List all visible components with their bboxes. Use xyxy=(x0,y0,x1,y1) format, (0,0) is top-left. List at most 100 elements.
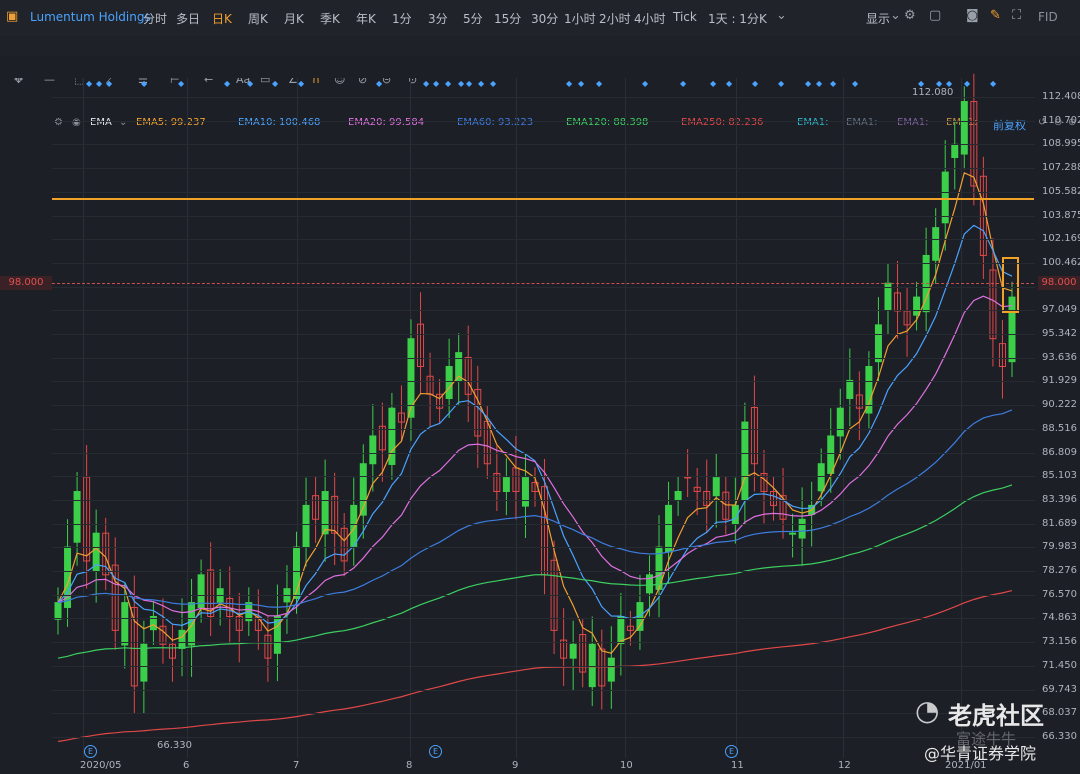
candle[interactable] xyxy=(121,602,129,646)
grid-line xyxy=(52,736,1035,738)
candle[interactable] xyxy=(502,477,510,493)
current-price-label-left: 98.000 xyxy=(0,276,52,290)
candle[interactable] xyxy=(827,435,835,474)
y-tick-label: 93.636 xyxy=(1042,351,1077,363)
candle[interactable] xyxy=(932,227,940,261)
x-tick-label: 10 xyxy=(620,760,633,771)
candle[interactable] xyxy=(321,491,329,535)
x-tick-label: 7 xyxy=(293,760,300,771)
y-tick-label: 91.929 xyxy=(1042,375,1077,387)
candle[interactable] xyxy=(607,657,615,682)
candle[interactable] xyxy=(350,504,358,547)
candle[interactable] xyxy=(960,101,968,155)
watermark-sub: @华青证券学院 xyxy=(924,744,1037,763)
y-tick-label: 95.342 xyxy=(1042,328,1077,339)
y-tick-label: 83.396 xyxy=(1042,493,1077,505)
high-annotation: 112.080 xyxy=(912,87,954,98)
y-tick-label: 73.156 xyxy=(1042,636,1077,648)
x-tick-label: 8 xyxy=(406,760,413,771)
y-tick-label: 105.582 xyxy=(1042,185,1080,197)
candle[interactable] xyxy=(302,504,310,548)
grid-line xyxy=(52,215,1035,217)
y-tick-label: 107.288 xyxy=(1042,162,1080,174)
x-tick-label: 9 xyxy=(512,760,519,771)
grid-line xyxy=(52,594,1035,596)
grid-line xyxy=(52,713,1035,715)
current-price-label-right: 98.000 xyxy=(1038,276,1080,290)
grid-line xyxy=(52,334,1035,335)
grid-line xyxy=(52,547,1035,549)
tiger-logo-icon: ◔ xyxy=(915,694,940,727)
grid-line xyxy=(52,523,1035,525)
candle[interactable] xyxy=(665,504,673,553)
low-annotation: 66.330 xyxy=(157,740,192,751)
y-tick-label: 110.702 xyxy=(1042,114,1080,126)
candle[interactable] xyxy=(188,602,196,646)
grid-line xyxy=(52,405,1035,407)
y-tick-label: 74.863 xyxy=(1042,612,1077,624)
grid-line xyxy=(52,499,1035,501)
current-price-line xyxy=(52,283,1034,284)
y-tick-label: 79.983 xyxy=(1042,541,1077,553)
candle[interactable] xyxy=(913,296,921,316)
grid-line xyxy=(52,428,1035,430)
x-tick-label: 11 xyxy=(731,760,744,771)
x-tick-label: 2020/05 xyxy=(80,760,122,771)
y-tick-label: 88.516 xyxy=(1042,422,1077,434)
candle[interactable] xyxy=(817,463,825,492)
grid-line xyxy=(52,381,1035,383)
y-tick-label: 68.037 xyxy=(1042,707,1077,719)
grid-line xyxy=(52,120,1035,122)
candle[interactable] xyxy=(521,477,529,507)
y-tick-label: 78.276 xyxy=(1042,565,1077,576)
y-tick-label: 71.450 xyxy=(1042,659,1077,671)
x-tick-label: 6 xyxy=(183,760,190,771)
candlestick-chart[interactable] xyxy=(0,0,1080,774)
grid-line xyxy=(52,452,1035,454)
candle[interactable] xyxy=(846,379,854,399)
earnings-badge[interactable]: E xyxy=(429,745,442,758)
grid-line xyxy=(52,357,1035,359)
candle[interactable] xyxy=(874,324,882,363)
y-tick-label: 85.103 xyxy=(1042,470,1077,482)
y-tick-label: 90.222 xyxy=(1042,399,1077,411)
y-tick-label: 100.462 xyxy=(1042,256,1080,268)
y-tick-label: 108.995 xyxy=(1042,138,1080,150)
candle[interactable] xyxy=(140,643,148,682)
highlight-box[interactable] xyxy=(1002,257,1019,313)
y-tick-label: 112.408 xyxy=(1042,91,1080,102)
y-tick-label: 69.743 xyxy=(1042,683,1077,695)
candle[interactable] xyxy=(617,615,625,645)
grid-line xyxy=(52,571,1035,572)
candle[interactable] xyxy=(54,602,62,620)
resistance-line[interactable] xyxy=(52,198,1034,200)
grid-line xyxy=(52,689,1035,691)
grid-line xyxy=(52,168,1035,170)
candle[interactable] xyxy=(789,532,797,535)
grid-line xyxy=(52,665,1035,667)
grid-line xyxy=(52,144,1035,146)
y-tick-label: 81.689 xyxy=(1042,517,1077,529)
candle[interactable] xyxy=(569,643,577,659)
grid-line xyxy=(52,618,1035,620)
earnings-badge[interactable]: E xyxy=(84,745,97,758)
y-tick-label: 86.809 xyxy=(1042,446,1077,458)
candle[interactable] xyxy=(445,366,453,399)
x-tick-label: 12 xyxy=(838,760,851,771)
y-tick-label: 103.875 xyxy=(1042,209,1080,221)
candle[interactable] xyxy=(836,407,844,437)
candle[interactable] xyxy=(951,143,959,159)
earnings-badge[interactable]: E xyxy=(725,745,738,758)
grid-line xyxy=(52,97,1035,98)
watermark-brand: 老虎社区 xyxy=(948,702,1044,730)
grid-line xyxy=(52,262,1035,264)
grid-line xyxy=(52,642,1035,644)
y-tick-label: 102.169 xyxy=(1042,233,1080,245)
grid-line xyxy=(52,239,1035,241)
candle[interactable] xyxy=(369,435,377,465)
candle[interactable] xyxy=(712,477,720,497)
candle[interactable] xyxy=(178,629,186,649)
candle[interactable] xyxy=(798,518,806,539)
candle[interactable] xyxy=(741,421,749,502)
grid-line xyxy=(52,191,1035,193)
